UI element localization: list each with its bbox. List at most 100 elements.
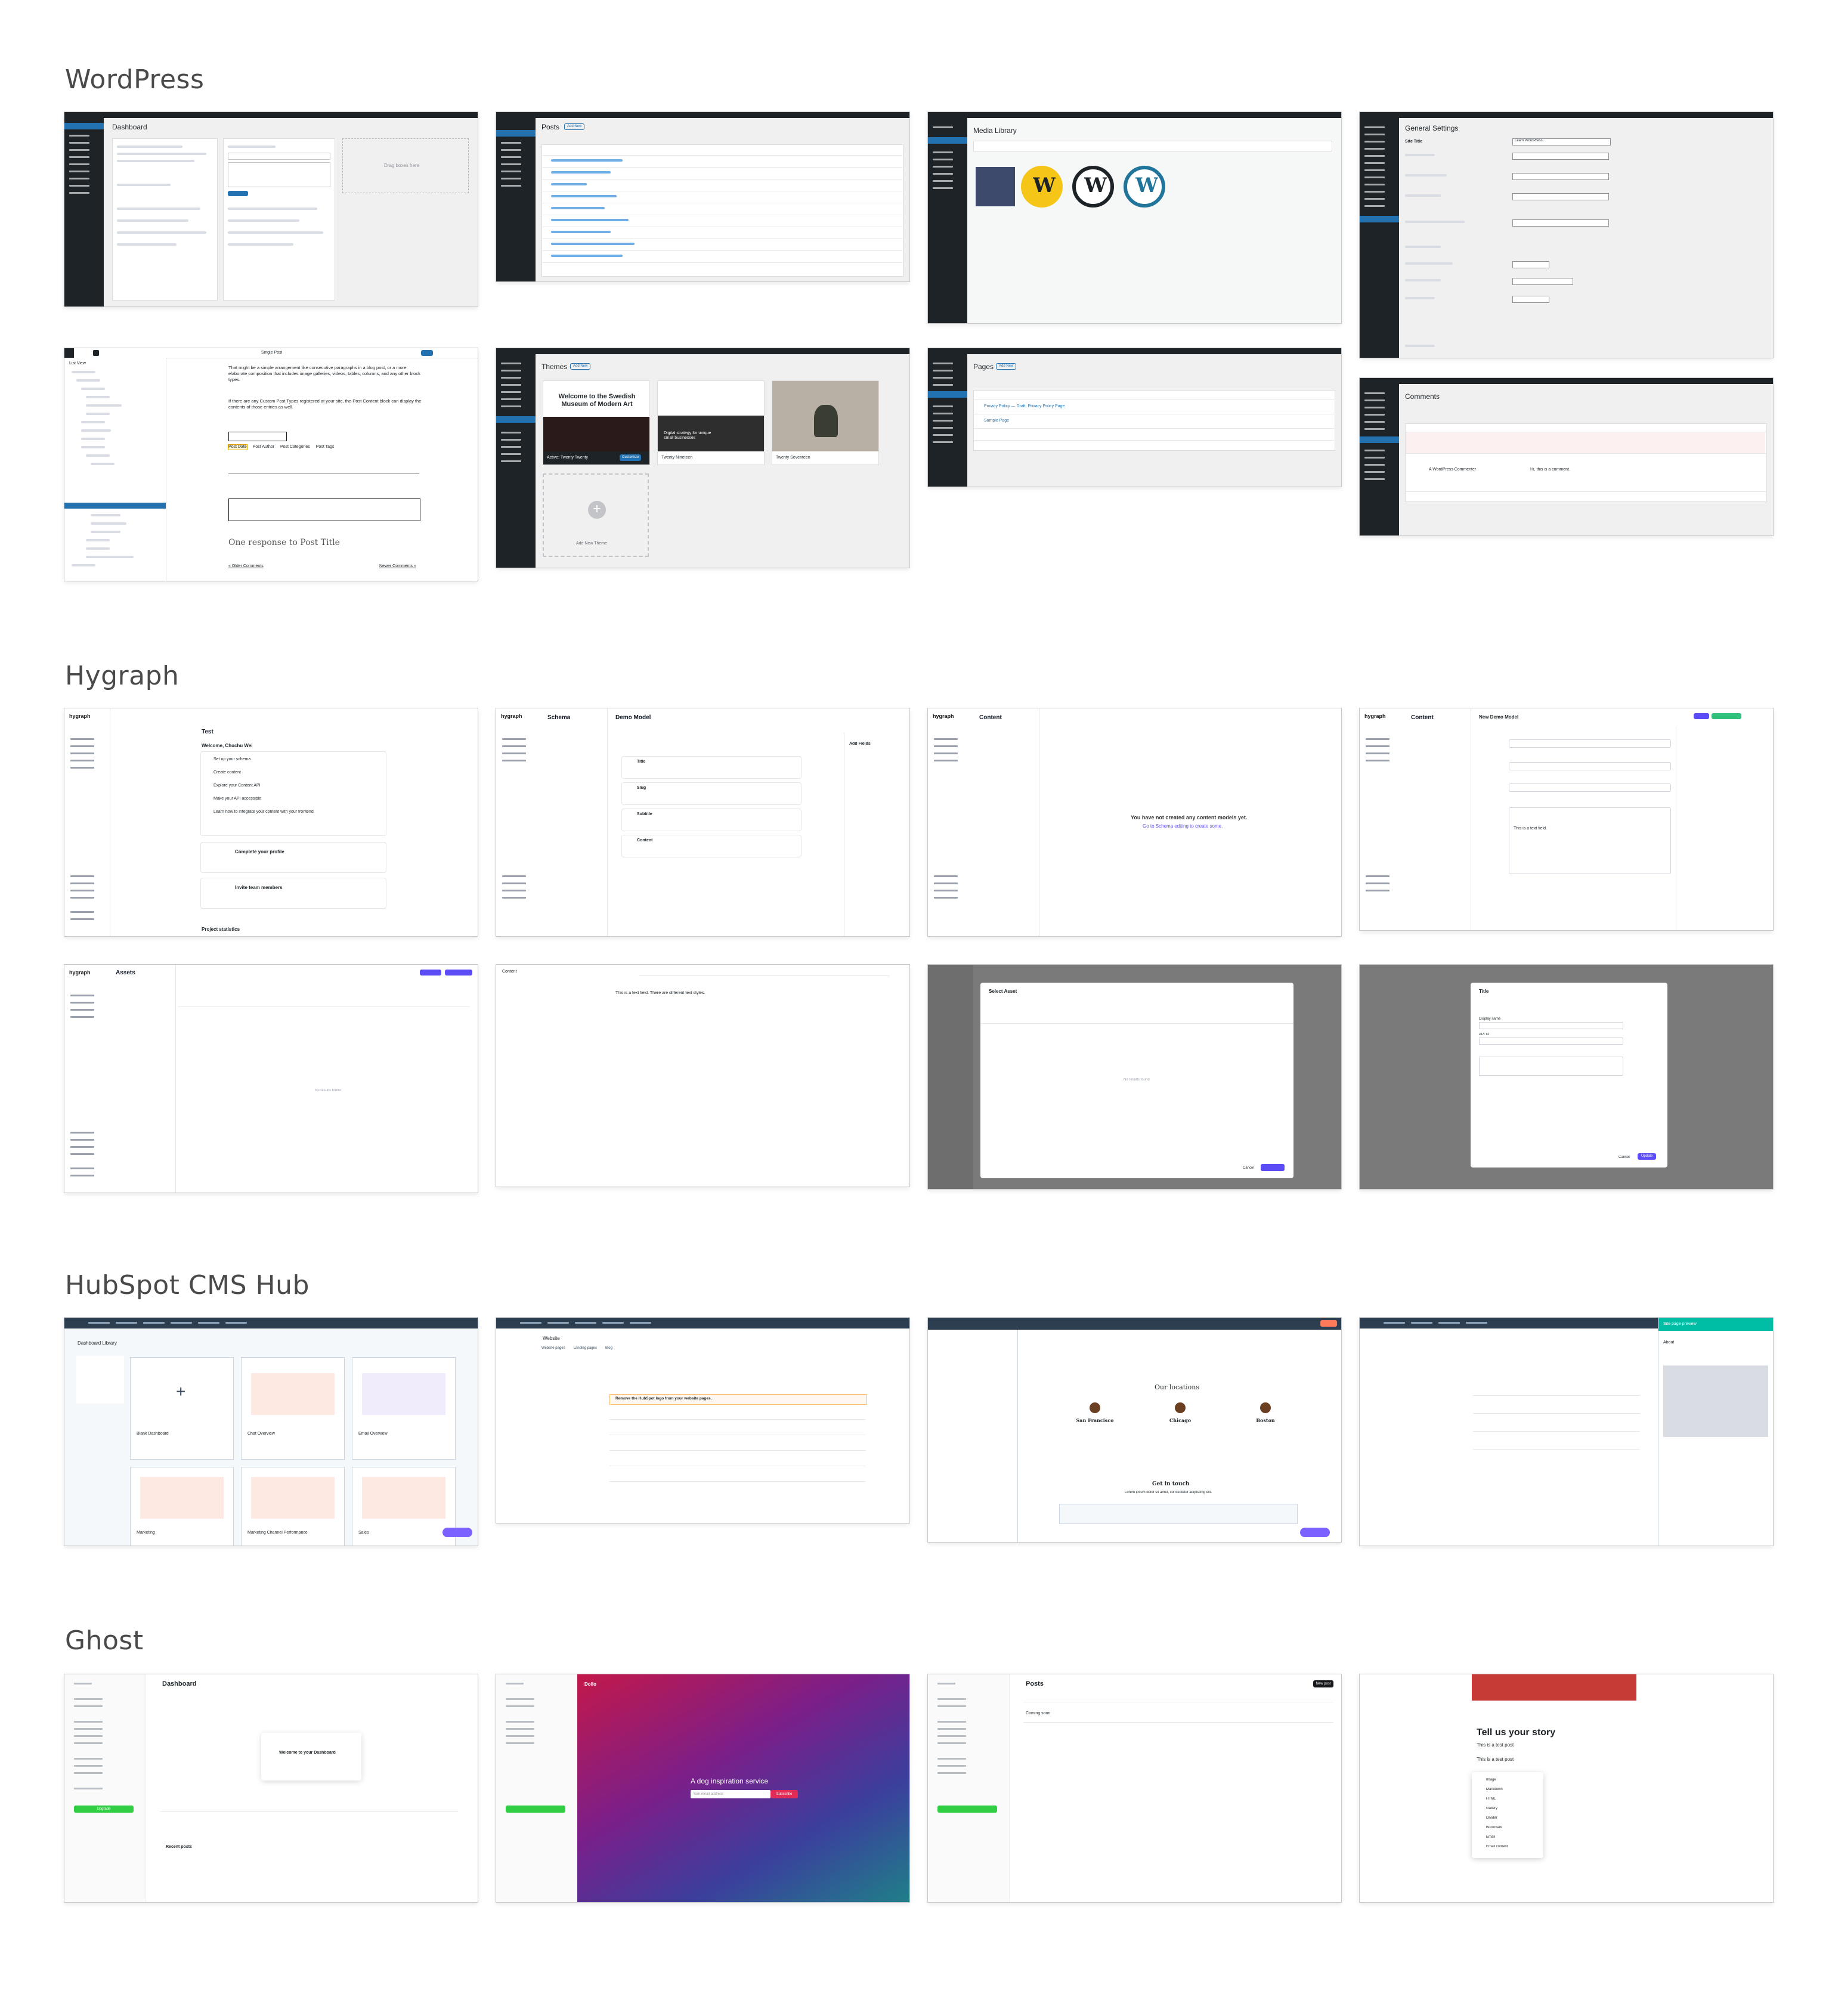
publish-button[interactable] bbox=[1320, 1320, 1337, 1327]
publish-button[interactable] bbox=[1712, 713, 1741, 719]
cancel-button[interactable]: Cancel bbox=[1619, 1156, 1630, 1160]
site-title-input[interactable]: Learn WordPress bbox=[1512, 138, 1611, 145]
dialog-title: Title bbox=[1479, 989, 1489, 994]
hygraph-select-asset-screenshot: Select Asset No results found Cancel bbox=[928, 965, 1341, 1189]
card-menu-item[interactable]: Email bbox=[1486, 1835, 1495, 1840]
schema-field[interactable]: Subtitle bbox=[637, 812, 652, 817]
upload-button[interactable] bbox=[420, 970, 441, 976]
chat-button[interactable] bbox=[442, 1528, 472, 1537]
post-list-item[interactable]: Coming soon bbox=[1026, 1711, 1050, 1716]
save-button[interactable] bbox=[1694, 713, 1709, 719]
schema-field[interactable]: Content bbox=[637, 838, 652, 843]
card-menu-item[interactable]: Gallery bbox=[1486, 1807, 1497, 1811]
page-row-title[interactable]: Privacy Policy — Draft, Privacy Policy P… bbox=[984, 404, 1064, 409]
template-selector[interactable]: Single Post bbox=[261, 351, 282, 355]
onboarding-step[interactable]: Create content bbox=[213, 770, 241, 775]
dashboard-template-card[interactable]: Marketing Channel Performance bbox=[241, 1467, 345, 1546]
wordpress-logo-icon[interactable] bbox=[64, 348, 74, 358]
rich-text-body[interactable]: This is a text field. There are differen… bbox=[615, 991, 705, 996]
schema-link[interactable]: Go to Schema editing to create some. bbox=[1143, 823, 1223, 829]
paragraph-1[interactable]: That might be a simple arrangement like … bbox=[228, 365, 425, 383]
upgrade-button[interactable] bbox=[506, 1806, 565, 1813]
onboarding-step[interactable]: Explore your Content API bbox=[213, 784, 261, 788]
feature-image[interactable] bbox=[1472, 1674, 1636, 1701]
theme-card[interactable]: Digital strategy for unique small busine… bbox=[657, 380, 765, 465]
card-menu-item[interactable]: Image bbox=[1486, 1778, 1496, 1782]
tab-blog[interactable]: Blog bbox=[605, 1346, 612, 1351]
block-toolbar[interactable] bbox=[228, 432, 287, 441]
hubspot-preview-screenshot: Site page preview About bbox=[1360, 1318, 1773, 1546]
ghost-posts-screenshot: Posts New post Coming soon bbox=[928, 1674, 1341, 1902]
theme-card[interactable]: Twenty Seventeen bbox=[772, 380, 879, 465]
card-menu-item[interactable]: Markdown bbox=[1486, 1788, 1503, 1792]
add-new-button[interactable]: Add New bbox=[570, 363, 591, 370]
hubspot-dashboard-library-screenshot: Dashboard Library + Blank Dashboard Chat… bbox=[64, 1318, 478, 1546]
section-title-hubspot: HubSpot CMS Hub bbox=[65, 1270, 310, 1300]
chat-button[interactable] bbox=[1300, 1528, 1330, 1537]
onboarding-step[interactable]: Learn how to integrate your content with… bbox=[213, 810, 314, 815]
panel-title: Site page preview bbox=[1663, 1322, 1697, 1326]
assets-title: Assets bbox=[116, 970, 135, 976]
schema-field[interactable]: Title bbox=[637, 760, 645, 764]
hubspot-website-screenshot: Website Website pages Landing pages Blog… bbox=[496, 1318, 909, 1523]
dashboard-template-card[interactable]: Marketing bbox=[130, 1467, 234, 1546]
post-paragraph[interactable]: This is a test post bbox=[1477, 1757, 1514, 1763]
add-new-button[interactable]: Add New bbox=[564, 123, 585, 131]
active-theme-card[interactable]: Welcome to the Swedish Museum of Modern … bbox=[543, 380, 650, 465]
cancel-button[interactable]: Cancel bbox=[1243, 1166, 1254, 1170]
wp-sidebar bbox=[64, 118, 104, 306]
upgrade-button[interactable] bbox=[937, 1806, 997, 1813]
post-title[interactable]: Tell us your story bbox=[1477, 1727, 1555, 1738]
onboarding-step[interactable]: Set up your schema bbox=[213, 757, 250, 762]
card-menu-item[interactable]: Email content bbox=[1486, 1845, 1508, 1849]
rich-text-toolbar[interactable] bbox=[639, 967, 890, 976]
new-post-button[interactable]: New post bbox=[1313, 1680, 1333, 1687]
add-new-button[interactable]: Add New bbox=[996, 363, 1017, 370]
paragraph-2[interactable]: If there are any Custom Post Types regis… bbox=[228, 398, 425, 410]
card-menu-item[interactable]: Divider bbox=[1486, 1816, 1497, 1820]
list-view-selected-item[interactable] bbox=[64, 503, 166, 509]
create-entry-button[interactable] bbox=[445, 970, 472, 976]
newer-comments-link[interactable]: Newer Comments » bbox=[379, 564, 416, 569]
schema-field[interactable]: Slug bbox=[637, 786, 646, 791]
invite-members-card[interactable]: Invite team members bbox=[235, 885, 283, 891]
contact-subtext: Lorem ipsum dolor sit amet, consectetur … bbox=[1125, 1491, 1212, 1494]
customize-button[interactable]: Customize bbox=[620, 454, 642, 462]
site-brand[interactable]: Dollo bbox=[584, 1681, 596, 1687]
post-paragraph[interactable]: This is a test post bbox=[1477, 1742, 1514, 1748]
add-new-theme-card[interactable]: + Add New Theme bbox=[543, 473, 649, 557]
wp-admin-bar bbox=[64, 112, 478, 118]
dashboard-template-card[interactable]: + Blank Dashboard bbox=[130, 1357, 234, 1460]
email-input[interactable]: Your email address bbox=[691, 1790, 770, 1798]
save-button[interactable] bbox=[421, 350, 433, 356]
theme-name: Twenty Nineteen bbox=[661, 456, 693, 460]
tab-website-pages[interactable]: Website pages bbox=[541, 1346, 565, 1351]
onboarding-step[interactable]: Make your API accessible bbox=[213, 797, 261, 801]
update-button[interactable]: Update bbox=[1638, 1153, 1657, 1160]
hygraph-logo: hygraph bbox=[501, 713, 522, 719]
post-tags-block[interactable]: Post Tags bbox=[316, 445, 335, 450]
older-comments-link[interactable]: « Older Comments bbox=[228, 564, 264, 569]
page-row-title[interactable]: Sample Page bbox=[984, 419, 1009, 423]
post-date-block[interactable]: Post Date bbox=[228, 444, 247, 451]
post-categories-block[interactable]: Post Categories bbox=[280, 445, 310, 450]
post-author-block[interactable]: Post Author bbox=[253, 445, 274, 450]
preview-panel: Site page preview About bbox=[1658, 1318, 1773, 1546]
wp-pages-screenshot: Pages Add New Privacy Policy — Draft, Pr… bbox=[928, 348, 1341, 487]
select-button[interactable] bbox=[1261, 1164, 1285, 1171]
card-menu-item[interactable]: HTML bbox=[1486, 1797, 1496, 1801]
comment-text: Hi, this is a comment. bbox=[1530, 467, 1570, 472]
card-menu-item[interactable]: Bookmark bbox=[1486, 1826, 1502, 1830]
welcome-card: Welcome to your Dashboard bbox=[261, 1733, 361, 1780]
dashboard-template-card[interactable]: Sales bbox=[352, 1467, 456, 1546]
page-title: Posts bbox=[1026, 1680, 1044, 1687]
media-photo-thumb[interactable] bbox=[976, 167, 1015, 206]
tab-landing-pages[interactable]: Landing pages bbox=[574, 1346, 597, 1351]
rich-text-body[interactable]: This is a text field. bbox=[1514, 826, 1547, 831]
dashboard-template-card[interactable]: Chat Overview bbox=[241, 1357, 345, 1460]
city-name: San Francisco bbox=[1076, 1418, 1114, 1423]
complete-profile-card[interactable]: Complete your profile bbox=[235, 849, 284, 855]
subscribe-button[interactable]: Subscribe bbox=[770, 1790, 798, 1798]
upgrade-button[interactable]: Upgrade bbox=[74, 1806, 134, 1813]
dashboard-template-card[interactable]: Email Overview bbox=[352, 1357, 456, 1460]
